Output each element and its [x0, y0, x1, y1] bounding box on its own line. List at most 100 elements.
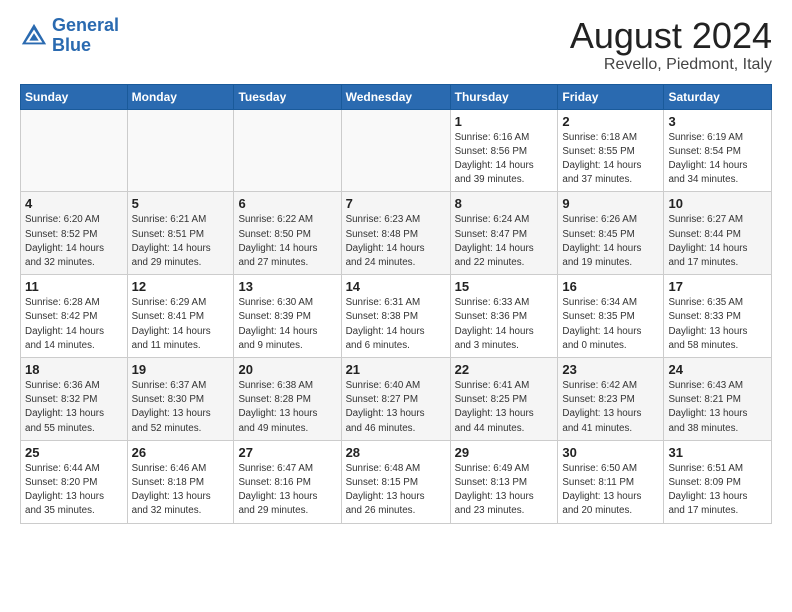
day-info: Sunrise: 6:51 AM Sunset: 8:09 PM Dayligh…: [668, 462, 767, 519]
calendar-cell: 2 Sunrise: 6:18 AM Sunset: 8:55 PM Daylig…: [558, 109, 664, 192]
day-info: Sunrise: 6:43 AM Sunset: 8:21 PM Dayligh…: [668, 379, 767, 436]
calendar-cell: 16 Sunrise: 6:34 AM Sunset: 8:35 PM Dayli…: [558, 275, 664, 358]
day-header-friday: Friday: [558, 84, 664, 109]
day-header-saturday: Saturday: [664, 84, 772, 109]
day-info: Sunrise: 6:37 AM Sunset: 8:30 PM Dayligh…: [132, 379, 230, 436]
day-info: Sunrise: 6:33 AM Sunset: 8:36 PM Dayligh…: [455, 296, 554, 353]
calendar-cell: 8 Sunrise: 6:24 AM Sunset: 8:47 PM Daylig…: [450, 192, 558, 275]
day-header-thursday: Thursday: [450, 84, 558, 109]
calendar-cell: [21, 109, 128, 192]
logo-line2: Blue: [52, 35, 91, 55]
header: General Blue August 2024 Revello, Piedmo…: [20, 16, 772, 74]
day-info: Sunrise: 6:46 AM Sunset: 8:18 PM Dayligh…: [132, 462, 230, 519]
calendar-cell: 29 Sunrise: 6:49 AM Sunset: 8:13 PM Dayli…: [450, 440, 558, 523]
day-info: Sunrise: 6:47 AM Sunset: 8:16 PM Dayligh…: [238, 462, 336, 519]
day-number: 18: [25, 362, 123, 377]
logo-text: General Blue: [52, 16, 119, 56]
day-number: 2: [562, 114, 659, 129]
day-number: 4: [25, 196, 123, 211]
calendar-cell: 7Sunrise: 6:23 AM Sunset: 8:48 PM Daylig…: [341, 192, 450, 275]
day-number: 14: [346, 279, 446, 294]
day-number: 15: [455, 279, 554, 294]
calendar-cell: 28Sunrise: 6:48 AM Sunset: 8:15 PM Dayli…: [341, 440, 450, 523]
day-info: Sunrise: 6:34 AM Sunset: 8:35 PM Dayligh…: [562, 296, 659, 353]
day-number: 28: [346, 445, 446, 460]
day-header-monday: Monday: [127, 84, 234, 109]
main-title: August 2024: [570, 16, 772, 56]
day-info: Sunrise: 6:20 AM Sunset: 8:52 PM Dayligh…: [25, 213, 123, 270]
header-row: SundayMondayTuesdayWednesdayThursdayFrid…: [21, 84, 772, 109]
calendar-week-4: 18 Sunrise: 6:36 AM Sunset: 8:32 PM Dayli…: [21, 358, 772, 441]
day-info: Sunrise: 6:18 AM Sunset: 8:55 PM Dayligh…: [562, 131, 659, 188]
day-info: Sunrise: 6:16 AM Sunset: 8:56 PM Dayligh…: [455, 131, 554, 188]
calendar-cell: 14 Sunrise: 6:31 AM Sunset: 8:38 PM Dayli…: [341, 275, 450, 358]
calendar-cell: 31 Sunrise: 6:51 AM Sunset: 8:09 PM Dayli…: [664, 440, 772, 523]
calendar-cell: 13Sunrise: 6:30 AM Sunset: 8:39 PM Dayli…: [234, 275, 341, 358]
day-info: Sunrise: 6:50 AM Sunset: 8:11 PM Dayligh…: [562, 462, 659, 519]
day-number: 1: [455, 114, 554, 129]
calendar-cell: 10Sunrise: 6:27 AM Sunset: 8:44 PM Dayli…: [664, 192, 772, 275]
day-number: 31: [668, 445, 767, 460]
calendar-cell: 18 Sunrise: 6:36 AM Sunset: 8:32 PM Dayli…: [21, 358, 128, 441]
day-number: 21: [346, 362, 446, 377]
calendar-cell: 12 Sunrise: 6:29 AM Sunset: 8:41 PM Dayli…: [127, 275, 234, 358]
calendar-cell: 20 Sunrise: 6:38 AM Sunset: 8:28 PM Dayli…: [234, 358, 341, 441]
calendar-cell: [234, 109, 341, 192]
day-number: 5: [132, 196, 230, 211]
day-info: Sunrise: 6:44 AM Sunset: 8:20 PM Dayligh…: [25, 462, 123, 519]
logo: General Blue: [20, 16, 119, 56]
day-number: 30: [562, 445, 659, 460]
day-number: 24: [668, 362, 767, 377]
calendar-week-1: 1 Sunrise: 6:16 AM Sunset: 8:56 PM Daylig…: [21, 109, 772, 192]
day-info: Sunrise: 6:31 AM Sunset: 8:38 PM Dayligh…: [346, 296, 446, 353]
calendar-cell: 22 Sunrise: 6:41 AM Sunset: 8:25 PM Dayli…: [450, 358, 558, 441]
title-block: August 2024 Revello, Piedmont, Italy: [570, 16, 772, 74]
day-info: Sunrise: 6:22 AM Sunset: 8:50 PM Dayligh…: [238, 213, 336, 270]
calendar-week-2: 4 Sunrise: 6:20 AM Sunset: 8:52 PM Daylig…: [21, 192, 772, 275]
day-info: Sunrise: 6:24 AM Sunset: 8:47 PM Dayligh…: [455, 213, 554, 270]
calendar-table: SundayMondayTuesdayWednesdayThursdayFrid…: [20, 84, 772, 524]
day-header-tuesday: Tuesday: [234, 84, 341, 109]
calendar-cell: 6 Sunrise: 6:22 AM Sunset: 8:50 PM Daylig…: [234, 192, 341, 275]
day-number: 19: [132, 362, 230, 377]
day-header-sunday: Sunday: [21, 84, 128, 109]
day-number: 22: [455, 362, 554, 377]
logo-line1: General: [52, 15, 119, 35]
calendar-cell: 3 Sunrise: 6:19 AM Sunset: 8:54 PM Daylig…: [664, 109, 772, 192]
day-number: 16: [562, 279, 659, 294]
calendar-cell: 27Sunrise: 6:47 AM Sunset: 8:16 PM Dayli…: [234, 440, 341, 523]
subtitle: Revello, Piedmont, Italy: [570, 56, 772, 74]
day-number: 29: [455, 445, 554, 460]
calendar-cell: 9 Sunrise: 6:26 AM Sunset: 8:45 PM Daylig…: [558, 192, 664, 275]
calendar-cell: 4 Sunrise: 6:20 AM Sunset: 8:52 PM Daylig…: [21, 192, 128, 275]
calendar-cell: 5Sunrise: 6:21 AM Sunset: 8:51 PM Daylig…: [127, 192, 234, 275]
calendar-cell: 1 Sunrise: 6:16 AM Sunset: 8:56 PM Daylig…: [450, 109, 558, 192]
day-number: 3: [668, 114, 767, 129]
calendar-week-3: 11Sunrise: 6:28 AM Sunset: 8:42 PM Dayli…: [21, 275, 772, 358]
logo-icon: [20, 22, 48, 50]
calendar-cell: [341, 109, 450, 192]
calendar-cell: 17Sunrise: 6:35 AM Sunset: 8:33 PM Dayli…: [664, 275, 772, 358]
calendar-cell: 11Sunrise: 6:28 AM Sunset: 8:42 PM Dayli…: [21, 275, 128, 358]
calendar-cell: 25Sunrise: 6:44 AM Sunset: 8:20 PM Dayli…: [21, 440, 128, 523]
day-info: Sunrise: 6:19 AM Sunset: 8:54 PM Dayligh…: [668, 131, 767, 188]
day-number: 12: [132, 279, 230, 294]
day-info: Sunrise: 6:23 AM Sunset: 8:48 PM Dayligh…: [346, 213, 446, 270]
day-info: Sunrise: 6:26 AM Sunset: 8:45 PM Dayligh…: [562, 213, 659, 270]
day-number: 6: [238, 196, 336, 211]
day-number: 20: [238, 362, 336, 377]
calendar-cell: 30 Sunrise: 6:50 AM Sunset: 8:11 PM Dayli…: [558, 440, 664, 523]
day-info: Sunrise: 6:49 AM Sunset: 8:13 PM Dayligh…: [455, 462, 554, 519]
calendar-cell: 19 Sunrise: 6:37 AM Sunset: 8:30 PM Dayli…: [127, 358, 234, 441]
day-info: Sunrise: 6:41 AM Sunset: 8:25 PM Dayligh…: [455, 379, 554, 436]
day-info: Sunrise: 6:36 AM Sunset: 8:32 PM Dayligh…: [25, 379, 123, 436]
day-number: 8: [455, 196, 554, 211]
day-info: Sunrise: 6:29 AM Sunset: 8:41 PM Dayligh…: [132, 296, 230, 353]
day-info: Sunrise: 6:38 AM Sunset: 8:28 PM Dayligh…: [238, 379, 336, 436]
calendar-cell: 15 Sunrise: 6:33 AM Sunset: 8:36 PM Dayli…: [450, 275, 558, 358]
day-info: Sunrise: 6:27 AM Sunset: 8:44 PM Dayligh…: [668, 213, 767, 270]
day-number: 9: [562, 196, 659, 211]
day-info: Sunrise: 6:35 AM Sunset: 8:33 PM Dayligh…: [668, 296, 767, 353]
day-info: Sunrise: 6:28 AM Sunset: 8:42 PM Dayligh…: [25, 296, 123, 353]
calendar-week-5: 25Sunrise: 6:44 AM Sunset: 8:20 PM Dayli…: [21, 440, 772, 523]
